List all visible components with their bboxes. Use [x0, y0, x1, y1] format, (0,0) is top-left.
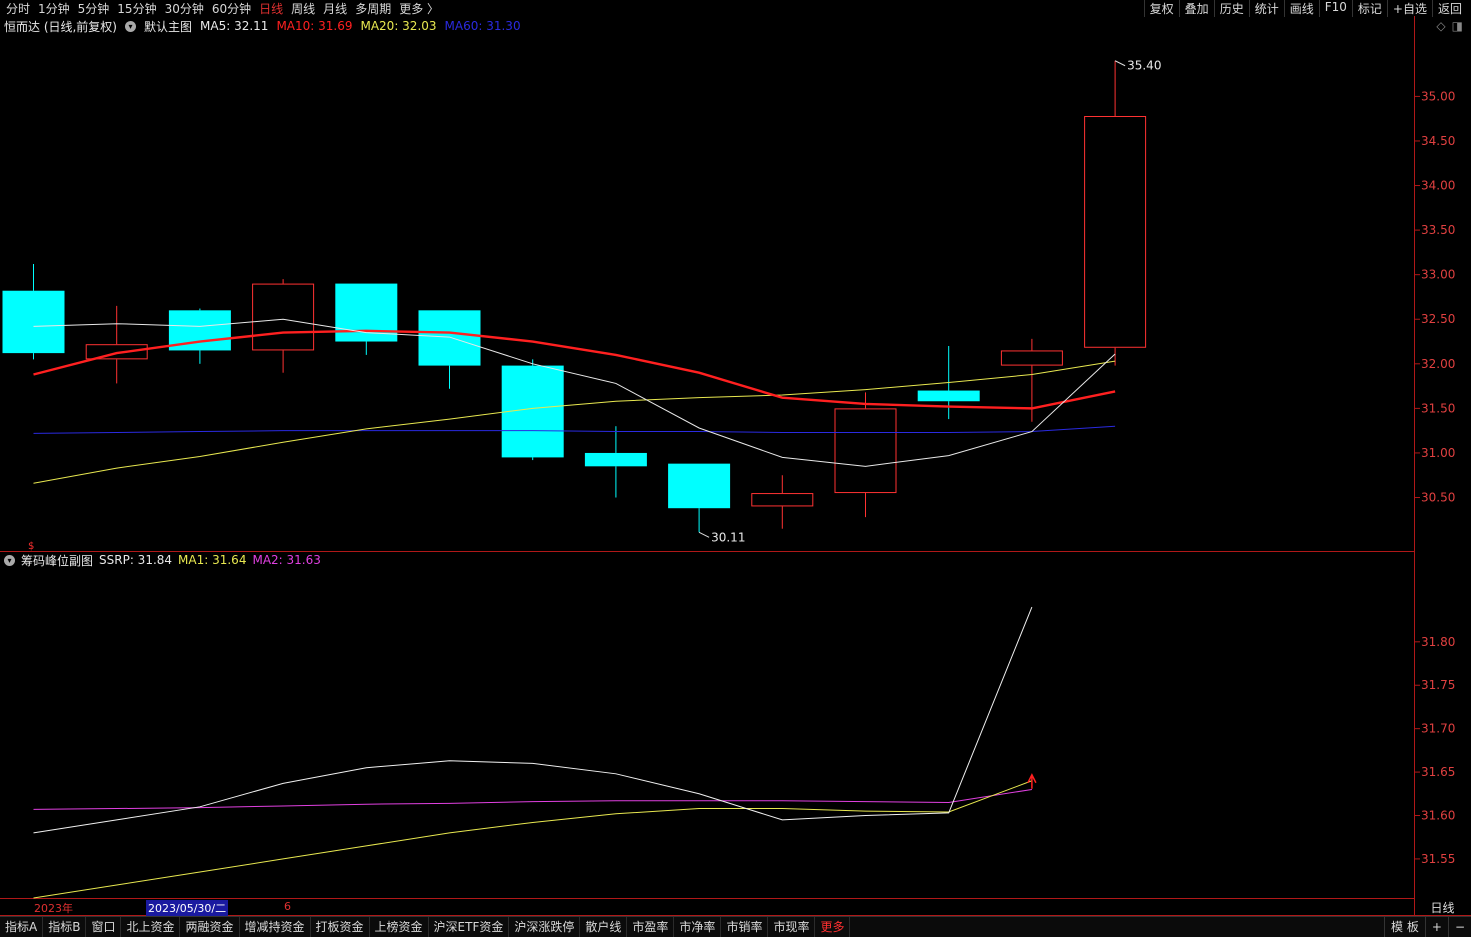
candle-body	[1000, 350, 1063, 366]
candle-body	[751, 493, 814, 507]
indicator-tab[interactable]: 散户线	[580, 917, 628, 937]
candle-body	[252, 283, 315, 351]
indicator-tab[interactable]: 市销率	[721, 917, 769, 937]
y-tick-label: 31.65	[1421, 765, 1455, 779]
y-tick-label: 31.00	[1421, 446, 1455, 460]
time-axis: 2023年 2023/05/30/二 6	[0, 900, 1414, 916]
indicator-tab[interactable]: 窗口	[86, 917, 122, 937]
indicator-tab[interactable]: 指标A	[0, 917, 44, 937]
y-tick-label: 31.60	[1421, 809, 1455, 823]
y-tick-label: 31.75	[1421, 678, 1455, 692]
indicator-tab[interactable]: 上榜资金	[370, 917, 429, 937]
candle-body	[2, 290, 65, 354]
y-tick-label: 33.50	[1421, 223, 1455, 237]
chart-canvas[interactable]: 30.50 31.00 31.50 32.00 32.50 33.00 33.50 34.00…	[0, 0, 1471, 937]
dollar-marker: $	[28, 541, 34, 552]
candle-body	[584, 452, 647, 467]
ma60-line	[33, 425, 1116, 434]
indicator-tab[interactable]: 更多	[815, 917, 851, 937]
candle-body	[85, 344, 148, 360]
indicator-tab[interactable]: 增减持资金	[240, 917, 311, 937]
low-marker	[698, 531, 710, 538]
bottom-control-button[interactable]: 模 板	[1384, 917, 1425, 937]
indicator-tab[interactable]: 北上资金	[121, 917, 181, 937]
y-tick-label: 30.50	[1421, 491, 1455, 505]
y-tick-label: 31.55	[1421, 852, 1455, 866]
indicator-tab[interactable]: 沪深ETF资金	[429, 917, 510, 937]
indicator-tab[interactable]: 两融资金	[180, 917, 240, 937]
up-arrow-marker	[1027, 773, 1037, 789]
candle-body	[834, 408, 897, 494]
candle-body	[418, 310, 481, 366]
y-tick-label: 31.70	[1421, 722, 1455, 736]
low-price-label: 30.11	[711, 530, 745, 544]
indicator-tab[interactable]: 打板资金	[311, 917, 370, 937]
indicator-tab[interactable]: 指标B	[43, 917, 87, 937]
indicator-tab[interactable]: 沪深涨跌停	[509, 917, 581, 937]
indicator-tab[interactable]: 市净率	[674, 917, 722, 937]
y-tick-label: 32.50	[1421, 312, 1455, 326]
bottom-control-button[interactable]: +	[1424, 917, 1448, 937]
indicator-tab[interactable]: 市现率	[768, 917, 816, 937]
y-tick-label: 34.50	[1421, 134, 1455, 148]
indicator-tab[interactable]: 市盈率	[627, 917, 675, 937]
bottom-indicator-bar: 指标A 指标B 窗口 北上资金 两融资金 增减持资金 打板资金 上榜资金 沪深ETF资金 沪深涨跌…	[0, 916, 1471, 937]
y-tick-label: 31.80	[1421, 635, 1455, 649]
period-label[interactable]: 日线	[1414, 900, 1471, 916]
y-tick-label: 31.50	[1421, 401, 1455, 415]
high-price-label: 35.40	[1127, 59, 1161, 73]
month-label: 6	[284, 900, 291, 913]
ma1-line	[33, 780, 1033, 899]
candle-body	[917, 390, 980, 402]
y-tick-label: 34.00	[1421, 179, 1455, 193]
bottom-right-controls: 模 板 + −	[1384, 917, 1471, 937]
y-tick-label: 32.00	[1421, 357, 1455, 371]
crosshair-date: 2023/05/30/二	[146, 900, 229, 916]
y-tick-label: 33.00	[1421, 268, 1455, 282]
indicator-tabs: 指标A 指标B 窗口 北上资金 两融资金 增减持资金 打板资金 上榜资金 沪深ETF资金 沪深涨跌…	[0, 917, 851, 937]
bottom-control-button[interactable]: −	[1447, 917, 1471, 937]
year-label: 2023年	[34, 902, 73, 915]
ma20-line	[33, 360, 1116, 484]
candle-body	[668, 463, 731, 509]
high-marker	[1114, 60, 1126, 67]
ma2-line	[33, 788, 1032, 810]
ssrp-line	[33, 606, 1033, 834]
y-tick-label: 35.00	[1421, 89, 1455, 103]
candle-body	[1084, 116, 1147, 348]
